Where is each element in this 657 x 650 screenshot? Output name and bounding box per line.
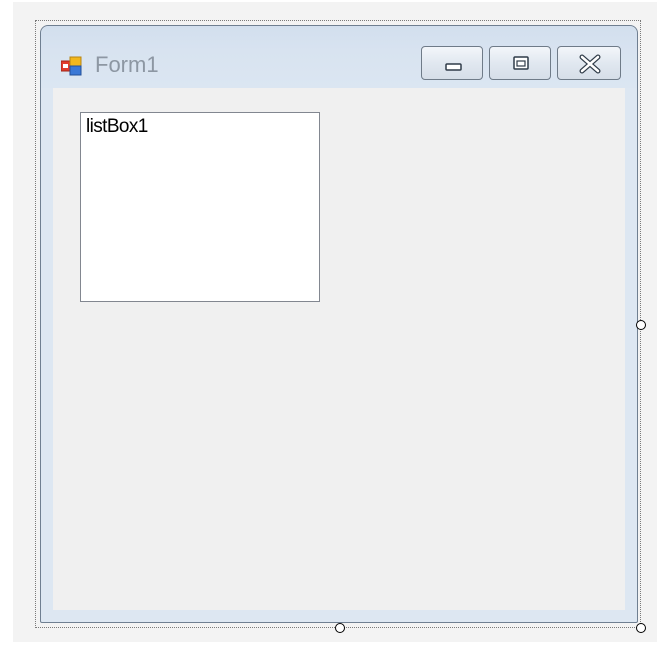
resize-handle-right[interactable] [636, 320, 646, 330]
form-client-area[interactable]: listBox1 [53, 88, 625, 610]
form-window-icon [61, 56, 82, 76]
maximize-icon [513, 56, 529, 70]
close-button[interactable] [557, 46, 621, 80]
resize-handle-corner[interactable] [636, 623, 646, 633]
listbox-item[interactable]: listBox1 [86, 116, 148, 138]
close-icon [579, 54, 601, 74]
designer-canvas: Form1 listBox1 [0, 0, 657, 650]
title-bar[interactable]: Form1 [41, 26, 637, 88]
form-window[interactable]: Form1 listBox1 [40, 25, 638, 623]
maximize-button[interactable] [489, 46, 551, 80]
listbox[interactable]: listBox1 [80, 112, 320, 302]
minimize-icon [445, 63, 462, 71]
minimize-button[interactable] [421, 46, 483, 80]
window-title: Form1 [95, 52, 159, 77]
resize-handle-bottom[interactable] [335, 623, 345, 633]
